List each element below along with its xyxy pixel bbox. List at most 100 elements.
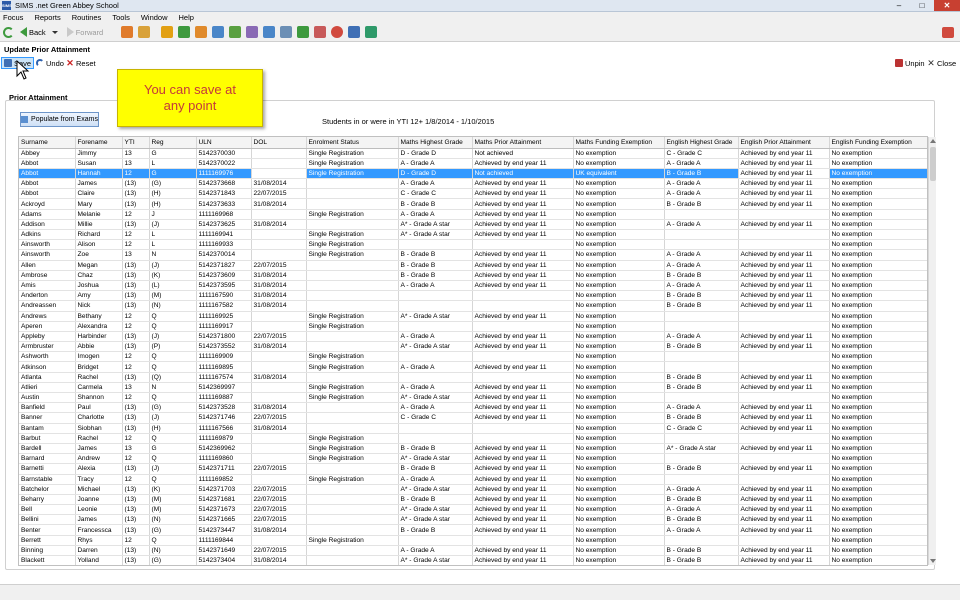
table-cell[interactable]: 22/07/2015 xyxy=(251,494,307,506)
table-cell[interactable]: Bardell xyxy=(19,443,76,455)
table-cell[interactable]: 5142371681 xyxy=(196,494,252,506)
table-cell[interactable]: Achieved by end year 11 xyxy=(472,555,574,565)
table-cell[interactable]: Barnard xyxy=(19,453,76,465)
table-cell[interactable]: Abbot xyxy=(19,188,76,200)
table-cell[interactable] xyxy=(398,239,473,251)
table-row[interactable]: Ashworth Imogen 12 Q 1111169909 Single Regist… xyxy=(19,351,927,363)
table-cell[interactable] xyxy=(306,504,399,516)
table-cell[interactable]: No exemption xyxy=(573,229,665,241)
table-cell[interactable]: B - Grade B xyxy=(664,463,739,475)
table-cell[interactable] xyxy=(306,494,399,506)
table-cell[interactable]: Achieved by end year 11 xyxy=(472,341,574,353)
table-cell[interactable]: A - Grade A xyxy=(664,524,739,536)
table-cell[interactable]: No exemption xyxy=(573,514,665,526)
table-row[interactable]: Ackroyd Mary (13) (H) 5142373633 31/08/2014 B … xyxy=(19,198,927,210)
table-cell[interactable]: 5142371673 xyxy=(196,504,252,516)
table-cell[interactable]: A* - Grade A star xyxy=(398,453,473,465)
table-cell[interactable]: Single Registration xyxy=(306,535,399,546)
table-cell[interactable]: Claire xyxy=(75,188,123,200)
table-row[interactable]: Allen Megan (13) (J) 5142371827 22/07/2015 B -… xyxy=(19,260,927,271)
close-button[interactable]: ✕ Close xyxy=(927,59,956,68)
table-cell[interactable]: B - Grade B xyxy=(664,341,739,353)
table-cell[interactable]: 12 xyxy=(122,351,150,363)
table-cell[interactable]: Alison xyxy=(75,239,123,251)
table-cell[interactable]: No exemption xyxy=(573,361,665,373)
table-cell[interactable]: (13) xyxy=(122,504,150,516)
table-cell[interactable]: Addison xyxy=(19,219,76,231)
table-cell[interactable]: B - Grade B xyxy=(664,168,739,180)
table-cell[interactable]: 22/07/2015 xyxy=(251,260,307,271)
table-row[interactable]: Atlanta Rachel (13) (Q) 1111167574 31/08/2014… xyxy=(19,372,927,383)
table-cell[interactable]: Achieved by end year 11 xyxy=(472,209,574,220)
table-cell[interactable]: Q xyxy=(149,392,197,404)
table-cell[interactable]: Achieved by end year 11 xyxy=(738,423,830,434)
table-cell[interactable]: B - Grade B xyxy=(398,524,473,536)
table-cell[interactable]: Q xyxy=(149,453,197,465)
table-cell[interactable]: Single Registration xyxy=(306,158,399,169)
table-cell[interactable]: No exemption xyxy=(829,504,927,516)
table-cell[interactable] xyxy=(472,290,574,302)
table-cell[interactable]: 22/07/2015 xyxy=(251,463,307,475)
table-cell[interactable] xyxy=(472,372,574,383)
table-cell[interactable]: 1111169909 xyxy=(196,351,252,363)
table-cell[interactable]: 31/08/2014 xyxy=(251,280,307,292)
table-cell[interactable]: Barnetti xyxy=(19,463,76,475)
table-cell[interactable]: (13) xyxy=(122,290,150,302)
table-cell[interactable]: (L) xyxy=(149,280,197,292)
populate-from-exams-button[interactable]: Populate from Exams xyxy=(20,112,99,127)
table-cell[interactable]: (13) xyxy=(122,555,150,565)
table-cell[interactable]: (M) xyxy=(149,494,197,506)
table-cell[interactable]: A - Grade A xyxy=(398,402,473,414)
table-cell[interactable]: Achieved by end year 11 xyxy=(472,188,574,200)
table-cell[interactable]: Ambrose xyxy=(19,270,76,281)
table-cell[interactable]: No exemption xyxy=(829,474,927,485)
table-cell[interactable]: 5142373447 xyxy=(196,524,252,536)
table-cell[interactable]: Achieved by end year 11 xyxy=(738,158,830,169)
table-cell[interactable]: No exemption xyxy=(829,280,927,292)
table-cell[interactable]: No exemption xyxy=(829,392,927,404)
table-cell[interactable]: A* - Grade A star xyxy=(398,229,473,241)
table-cell[interactable]: A* - Grade A star xyxy=(398,555,473,565)
flag-icon[interactable] xyxy=(178,26,191,38)
table-cell[interactable]: 1111167582 xyxy=(196,300,252,312)
table-cell[interactable]: Achieved by end year 11 xyxy=(738,331,830,343)
table-cell[interactable]: 31/08/2014 xyxy=(251,290,307,302)
table-cell[interactable]: Shannon xyxy=(75,392,123,404)
table-cell[interactable] xyxy=(251,229,307,241)
table-cell[interactable]: 5142370022 xyxy=(196,158,252,169)
chart-icon[interactable] xyxy=(229,26,242,38)
table-cell[interactable]: 22/07/2015 xyxy=(251,188,307,200)
column-header[interactable]: English Funding Exemption xyxy=(829,137,927,149)
table-row[interactable]: Abbot Hannah 12 G 1111169976 Single Registrat… xyxy=(19,168,927,180)
table-cell[interactable]: No exemption xyxy=(573,270,665,281)
table-cell[interactable]: B - Grade B xyxy=(664,494,739,506)
table-cell[interactable] xyxy=(664,229,739,241)
table-cell[interactable]: No exemption xyxy=(829,290,927,302)
table-cell[interactable]: Single Registration xyxy=(306,443,399,455)
table-row[interactable]: Armbruster Abbie (13) (P) 5142373552 31/08/20… xyxy=(19,341,927,353)
table-cell[interactable]: 1111169887 xyxy=(196,392,252,404)
table-cell[interactable]: No exemption xyxy=(573,392,665,404)
table-cell[interactable]: No exemption xyxy=(829,209,927,220)
table-cell[interactable]: Rhys xyxy=(75,535,123,546)
table-cell[interactable]: Achieved by end year 11 xyxy=(738,178,830,190)
table-cell[interactable]: A - Grade A xyxy=(398,545,473,557)
table-cell[interactable]: No exemption xyxy=(573,402,665,414)
table-cell[interactable]: Single Registration xyxy=(306,361,399,373)
table-cell[interactable] xyxy=(306,290,399,302)
unpin-button[interactable]: Unpin xyxy=(895,59,925,68)
table-row[interactable]: Amis Joshua (13) (L) 5142373595 31/08/2014 A -… xyxy=(19,280,927,292)
table-cell[interactable]: A - Grade A xyxy=(664,249,739,261)
table-cell[interactable]: Achieved by end year 11 xyxy=(472,443,574,455)
table-cell[interactable] xyxy=(306,463,399,475)
table-cell[interactable]: Anderton xyxy=(19,290,76,302)
column-header[interactable]: Forename xyxy=(75,137,123,149)
table-cell[interactable] xyxy=(472,535,574,546)
table-cell[interactable]: Achieved by end year 11 xyxy=(738,504,830,516)
table-cell[interactable]: Allen xyxy=(19,260,76,271)
table-cell[interactable]: No exemption xyxy=(829,321,927,332)
table-cell[interactable]: (G) xyxy=(149,524,197,536)
table-cell[interactable]: 5142373552 xyxy=(196,341,252,353)
table-cell[interactable]: Q xyxy=(149,535,197,546)
table-cell[interactable]: Joanne xyxy=(75,494,123,506)
